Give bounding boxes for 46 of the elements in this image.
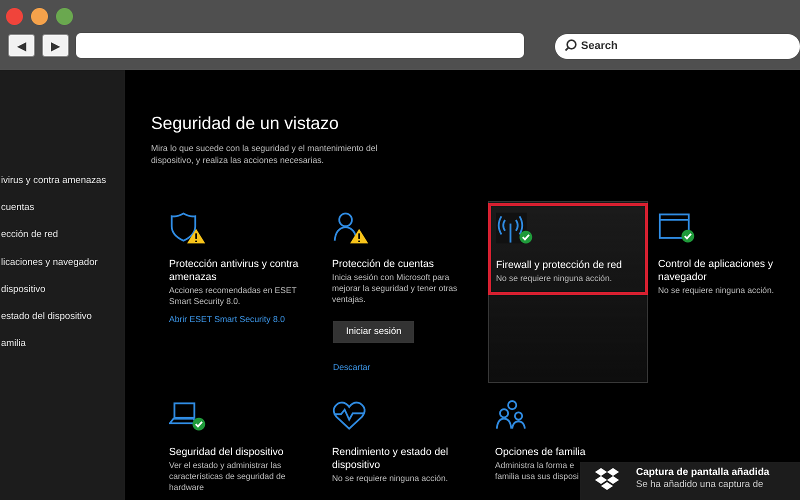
back-button[interactable]: ◀: [8, 34, 35, 57]
sidebar-item[interactable]: estado del dispositivo: [0, 310, 125, 338]
heart-pulse-icon: [332, 402, 366, 430]
card-description: Acciones recomendadas en ESET Smart Security 8.0.: [169, 284, 298, 306]
sidebar-item[interactable]: cuentas: [0, 201, 125, 228]
card-description: No se requiere ninguna acción.: [658, 284, 775, 296]
close-button[interactable]: [6, 8, 23, 25]
family-icon: [496, 400, 526, 430]
search-icon: [564, 39, 578, 52]
card-description: Administra la forma e: [495, 460, 576, 471]
sidebar-item[interactable]: ivirus y contra amenazas: [0, 174, 125, 202]
box-icon: [594, 467, 620, 491]
card-description: No se requiere ninguna acción.: [332, 472, 449, 484]
address-field[interactable]: [76, 33, 524, 58]
forward-button[interactable]: ▶: [42, 34, 69, 57]
sidebar-item[interactable]: licaciones y navegador: [0, 256, 125, 283]
shield-icon: [170, 212, 196, 242]
card-description: Inicia sesión con Microsoft para mejorar la seguridad y tener otras ventajas.: [332, 272, 458, 305]
card-title: Seguridad del dispositivo: [169, 446, 284, 460]
card-title: Rendimiento y estado del dispositivo: [332, 446, 450, 473]
card-description: No se requiere ninguna acción.: [496, 272, 613, 284]
sign-in-button[interactable]: Iniciar sesión: [333, 320, 414, 343]
card-title: Firewall y protección de red: [496, 260, 623, 273]
card-title: Opciones de familia: [495, 446, 586, 460]
antenna-icon: [496, 212, 527, 244]
selected-card[interactable]: Firewall y protección de red No se requiere ninguna acción.: [488, 200, 648, 383]
search-field[interactable]: Search: [555, 34, 800, 58]
intro-text: Mira lo que sucede con la seguridad y el mantenimiento del dispositivo, y realiza las acciones necesarias.: [151, 142, 378, 167]
sidebar-item[interactable]: amilia: [0, 337, 125, 364]
toast-title: Captura de pantalla añadida: [636, 467, 770, 479]
toast-message: Se ha añadido una captura de: [636, 479, 764, 490]
card-link[interactable]: Abrir ESET Smart Security 8.0: [169, 314, 285, 324]
card-title: Control de aplicaciones y navegador: [658, 258, 774, 285]
laptop-icon: [169, 402, 198, 424]
minimize-button[interactable]: [31, 8, 48, 25]
sidebar-item[interactable]: ección de red: [0, 228, 125, 256]
card-title: Protección de cuentas: [332, 258, 435, 272]
person-icon: [334, 212, 358, 241]
sidebar-item[interactable]: dispositivo: [0, 282, 125, 310]
dismiss-link[interactable]: Descartar: [333, 362, 370, 372]
notification-toast[interactable]: Captura de pantalla añadida Se ha añadido una captura de: [580, 462, 800, 500]
zoom-button[interactable]: [56, 8, 73, 25]
card-title: Protección antivirus y contra amenazas: [169, 258, 300, 285]
card-description: Ver el estado y administrar las características de seguridad de hardware: [169, 460, 286, 493]
page-heading: Seguridad de un vistazo: [151, 113, 340, 134]
window-icon: [658, 213, 690, 239]
